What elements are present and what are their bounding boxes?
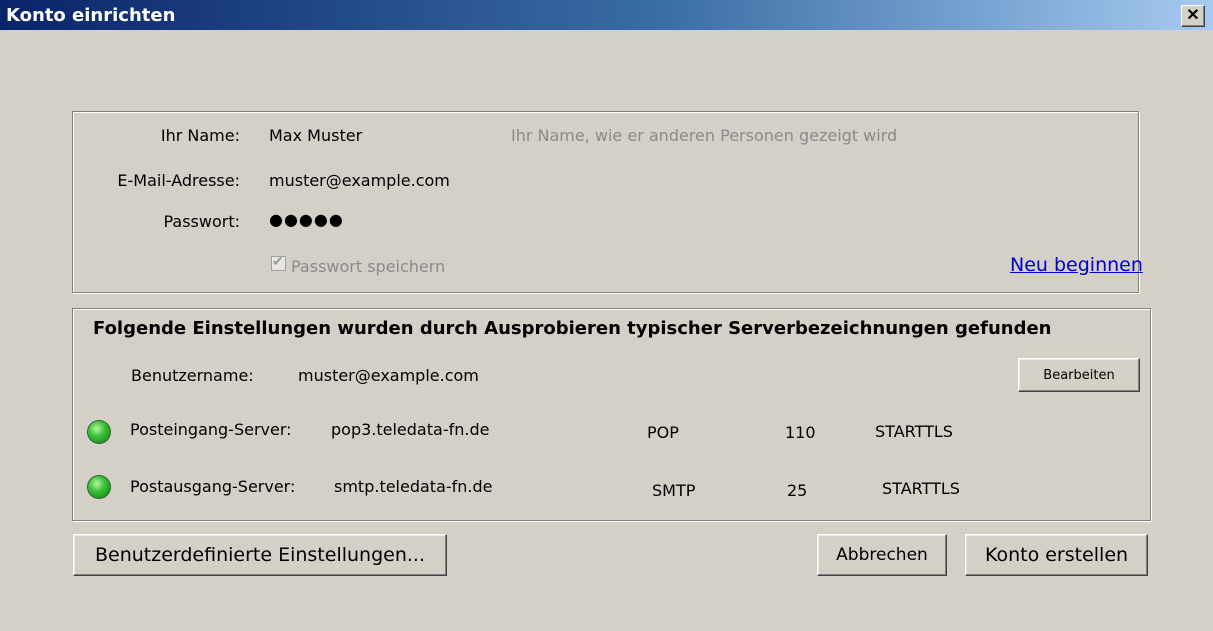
name-field[interactable]: Max Muster <box>269 126 362 145</box>
checkmark-icon: ✔ <box>272 253 284 269</box>
incoming-server-security: STARTTLS <box>875 422 953 441</box>
create-account-button-label: Konto erstellen <box>984 544 1129 566</box>
incoming-server-label: Posteingang-Server: <box>130 420 292 439</box>
outgoing-status-icon <box>87 475 111 499</box>
edit-button-label: Bearbeiten <box>1043 367 1115 383</box>
cancel-button-label: Abbrechen <box>836 545 928 565</box>
username-value: muster@example.com <box>298 366 479 385</box>
password-label: Passwort: <box>163 212 240 231</box>
save-password-checkbox[interactable]: ✔ <box>271 253 286 271</box>
name-label: Ihr Name: <box>160 126 240 145</box>
password-field[interactable]: ●●●●● <box>269 210 344 229</box>
email-label: E-Mail-Adresse: <box>117 171 240 190</box>
incoming-status-icon <box>87 420 111 444</box>
incoming-server-protocol: POP <box>647 423 679 442</box>
close-button[interactable]: ✕ <box>1181 5 1205 27</box>
outgoing-server-label: Postausgang-Server: <box>130 477 296 496</box>
edit-button[interactable]: Bearbeiten <box>1018 358 1140 392</box>
close-icon: ✕ <box>1186 7 1200 24</box>
custom-settings-button-label: Benutzerdefinierte Einstellungen... <box>94 544 426 566</box>
window-title: Konto einrichten <box>6 5 176 26</box>
custom-settings-button[interactable]: Benutzerdefinierte Einstellungen... <box>73 534 447 576</box>
outgoing-server-security: STARTTLS <box>882 479 960 498</box>
outgoing-server-host: smtp.teledata-fn.de <box>334 477 493 496</box>
name-hint: Ihr Name, wie er anderen Personen gezeig… <box>511 126 898 145</box>
incoming-server-host: pop3.teledata-fn.de <box>331 420 490 439</box>
restart-link[interactable]: Neu beginnen <box>1010 254 1143 276</box>
outgoing-server-port: 25 <box>787 481 808 500</box>
cancel-button[interactable]: Abbrechen <box>817 534 947 576</box>
create-account-button[interactable]: Konto erstellen <box>965 534 1148 576</box>
save-password-label: Passwort speichern <box>291 257 446 276</box>
outgoing-server-protocol: SMTP <box>652 481 696 500</box>
username-label: Benutzername: <box>131 366 254 385</box>
email-field[interactable]: muster@example.com <box>269 171 450 190</box>
title-bar: Konto einrichten ✕ <box>0 0 1213 30</box>
incoming-server-port: 110 <box>785 423 816 442</box>
settings-heading: Folgende Einstellungen wurden durch Ausp… <box>93 318 1052 339</box>
